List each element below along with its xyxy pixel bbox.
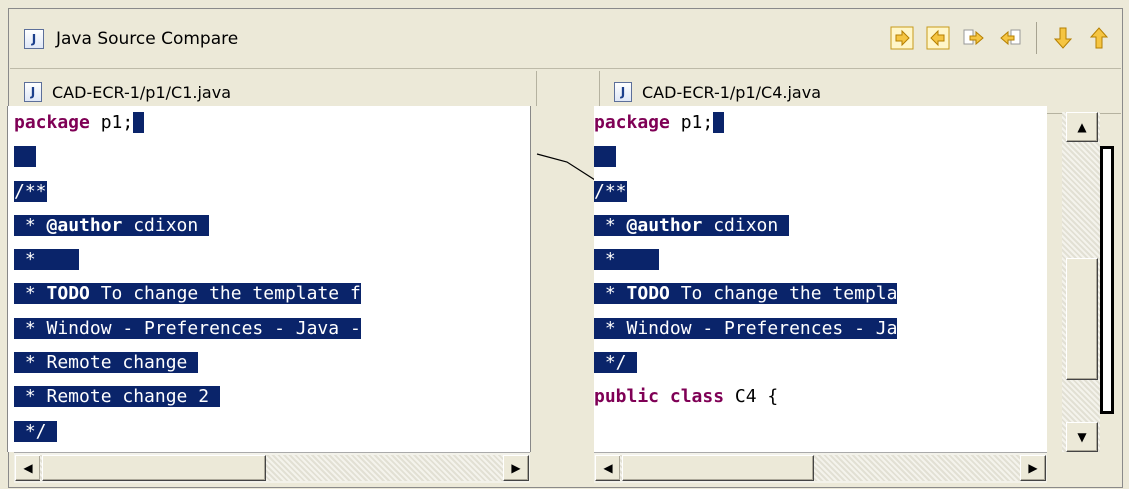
left-horizontal-scrollbar[interactable]: ◀ ▶ [14,452,530,483]
code-line: * [14,243,530,277]
code-line: * Window - Preferences - Java - [14,317,361,339]
arrow-up-icon: ▲ [1077,120,1087,134]
scroll-down-button[interactable]: ▼ [1066,422,1098,452]
java-file-icon: J [24,82,42,102]
scroll-thumb[interactable] [1066,258,1098,380]
toolbar-separator [1036,22,1037,54]
right-horizontal-scrollbar[interactable]: ◀ ▶ [594,452,1047,483]
right-file-name: CAD-ECR-1/p1/C4.java [642,82,821,102]
diff-overview-ruler[interactable] [1100,146,1114,414]
scroll-left-button[interactable]: ◀ [15,455,41,481]
copy-current-left-icon [1000,29,1021,46]
copy-current-right-button[interactable] [960,24,988,52]
left-file-name: CAD-ECR-1/p1/C1.java [52,82,231,102]
code-line: * Remote change 2 [14,380,530,414]
compare-toolbar [888,22,1113,54]
arrow-right-icon: ▶ [1028,461,1038,475]
copy-all-left-button[interactable] [924,24,952,52]
code-line: /** [594,180,627,202]
copy-all-right-icon [890,26,914,50]
arrow-right-icon: ▶ [511,461,521,475]
copy-current-right-icon [963,29,984,46]
diff-connector-lines [536,153,596,181]
arrow-left-icon: ◀ [23,461,33,475]
arrow-left-icon: ◀ [603,461,613,475]
copy-current-left-button[interactable] [996,24,1024,52]
code-line [594,140,1047,174]
next-difference-button[interactable] [1049,24,1077,52]
java-file-icon: J [24,29,44,49]
copy-all-right-button[interactable] [888,24,916,52]
scroll-left-button[interactable]: ◀ [595,455,621,481]
code-line: * [594,243,1047,277]
code-line [14,140,530,174]
scroll-up-button[interactable]: ▲ [1066,112,1098,142]
scroll-right-button[interactable]: ▶ [1020,455,1046,481]
code-line: public class C4 { [594,386,779,408]
code-line: */ [594,346,1047,380]
code-line: */ [14,415,530,449]
code-line: package p1; [594,106,1047,140]
left-code-pane[interactable]: package p1; /** * @author cdixon * * TOD… [14,106,530,452]
arrow-down-icon [1053,27,1073,49]
diff-connector [530,106,596,452]
right-code-pane[interactable]: package p1; /** * @author cdixon * * TOD… [594,106,1047,452]
code-line: package p1; [14,106,530,140]
vertical-scrollbar[interactable]: ▲ ▼ [1062,112,1100,452]
code-line: /** [14,180,47,202]
arrow-up-icon [1089,27,1109,49]
code-line: * TODO To change the templa [594,283,898,305]
code-line: * @author cdixon [14,209,530,243]
copy-all-left-icon [926,26,950,50]
arrow-down-icon: ▼ [1077,430,1087,444]
code-line: * Remote change [14,346,530,380]
code-line: * TODO To change the template f [14,283,361,305]
java-file-icon: J [614,82,632,102]
scroll-thumb[interactable] [622,455,814,481]
window-title: Java Source Compare [56,29,239,49]
code-line: * @author cdixon [594,209,1047,243]
scroll-right-button[interactable]: ▶ [503,455,529,481]
code-line: * Window - Preferences - Ja [594,317,898,339]
scroll-thumb[interactable] [42,455,266,481]
previous-difference-button[interactable] [1085,24,1113,52]
title-bar: J Java Source Compare [10,10,1121,69]
